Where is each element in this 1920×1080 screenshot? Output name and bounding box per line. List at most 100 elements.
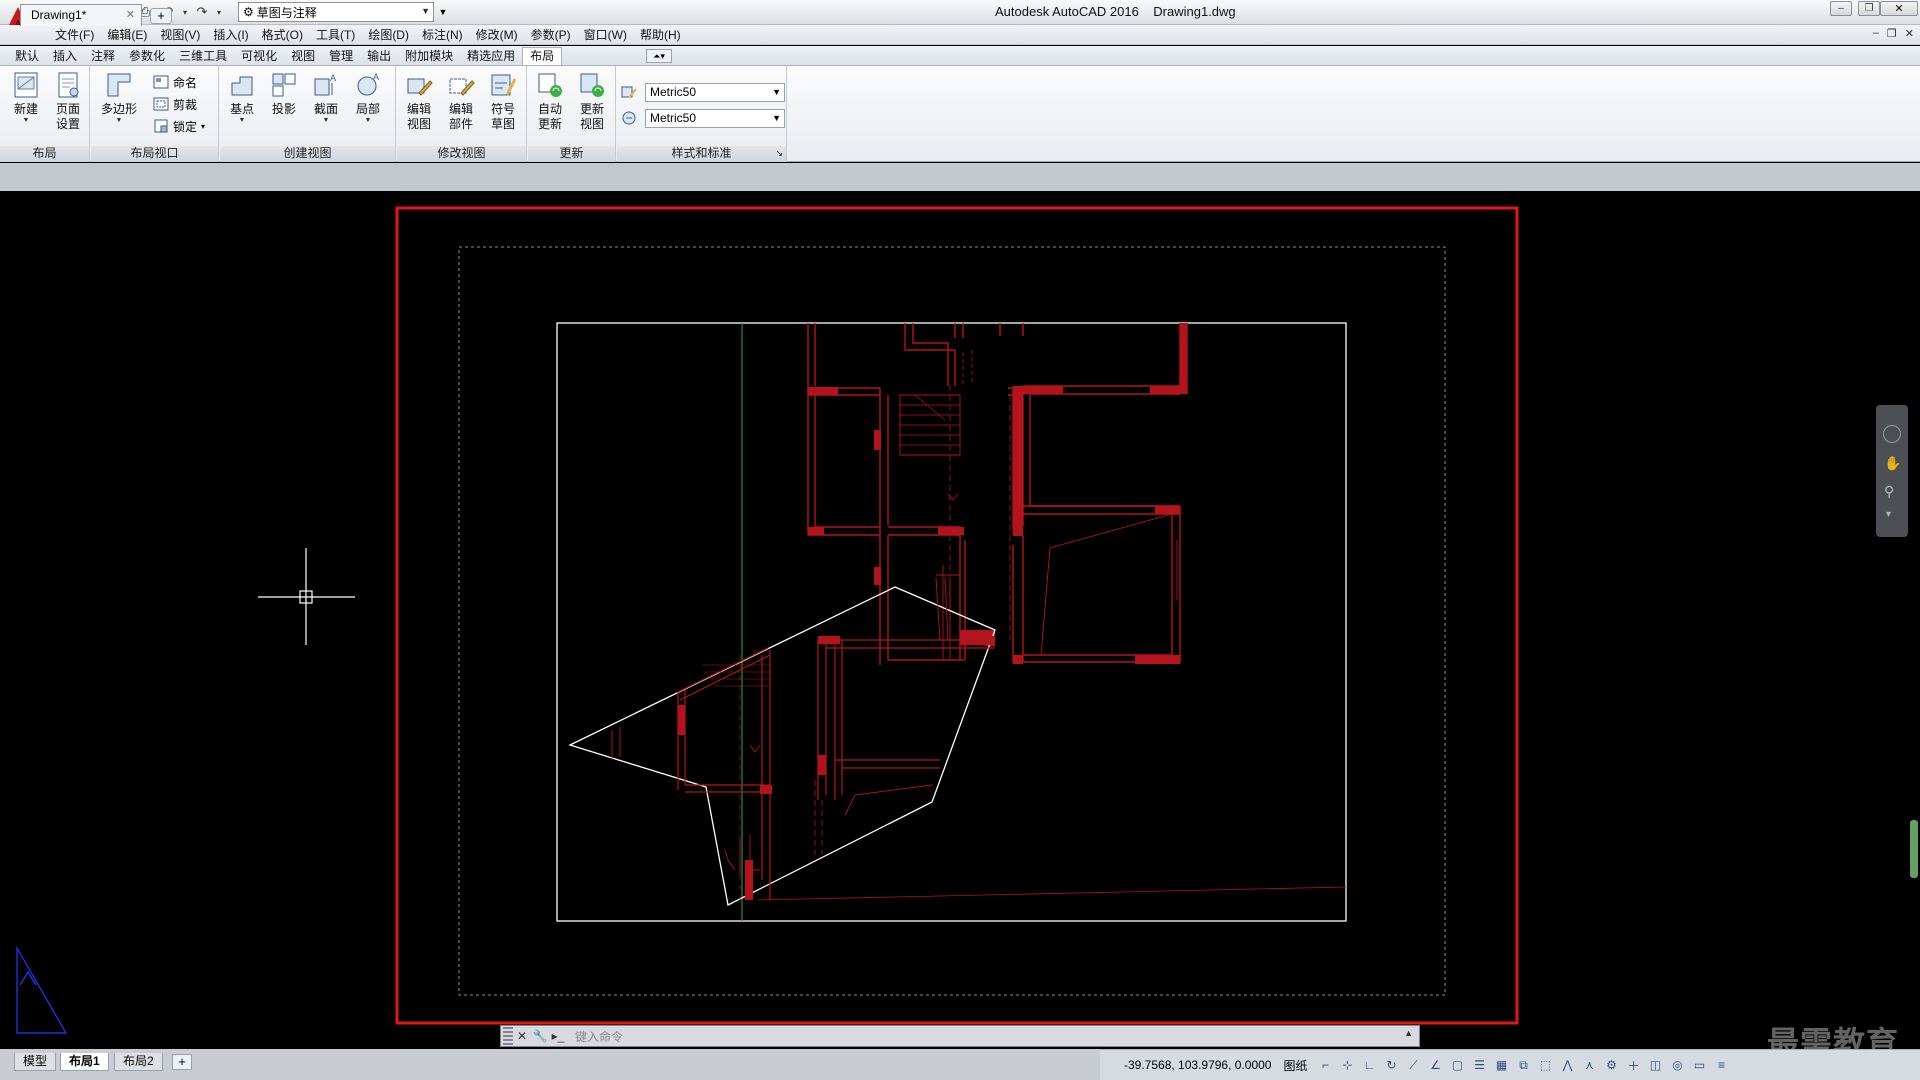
close-icon[interactable]: ✕ xyxy=(126,5,135,25)
polygon-viewport[interactable] xyxy=(568,586,996,906)
restore-icon[interactable]: ❐ xyxy=(1858,1,1880,16)
close-icon[interactable]: ✕ xyxy=(513,1029,531,1043)
edit-view-button[interactable]: 编辑 视图 xyxy=(399,70,439,132)
file-tab-drawing1[interactable]: Drawing1* ✕ xyxy=(20,4,142,26)
menu-item-4[interactable]: 格式(O) xyxy=(261,27,315,43)
menu-item-7[interactable]: 标注(N) xyxy=(421,27,475,43)
add-layout-plus-icon[interactable]: + xyxy=(172,1054,192,1070)
clean-screen-icon[interactable]: ▭ xyxy=(1691,1057,1707,1073)
section-style-icon[interactable] xyxy=(621,108,637,128)
tab-model[interactable]: 模型 xyxy=(14,1053,57,1071)
symbol-sketch-button[interactable]: 符号 草图 xyxy=(483,70,523,132)
zoom-icon[interactable]: ⚲ xyxy=(1884,483,1894,500)
new-tab-plus-icon[interactable]: + xyxy=(150,8,172,24)
section-style-select[interactable]: Metric50 ▼ xyxy=(645,109,785,128)
lineweight-icon[interactable]: ☰ xyxy=(1471,1057,1487,1073)
redo-icon[interactable]: ↷ xyxy=(193,3,211,21)
projected-view-button[interactable]: 投影 xyxy=(264,70,304,117)
settings-gear-icon[interactable]: ⚙ xyxy=(1603,1057,1619,1073)
menu-item-3[interactable]: 插入(I) xyxy=(212,27,260,43)
isodraft-icon[interactable]: ⟋ xyxy=(1405,1057,1421,1073)
close-window-icon[interactable]: ✕ xyxy=(1880,1,1918,16)
object-snap-tracking-icon[interactable]: ∠ xyxy=(1427,1057,1443,1073)
ribbon-tab-5[interactable]: 可视化 xyxy=(234,48,284,65)
paper-sheet-border[interactable] xyxy=(395,206,1519,1025)
object-snap-icon[interactable]: ▢ xyxy=(1449,1057,1465,1073)
scroll-indicator[interactable] xyxy=(1910,820,1918,878)
detail-view-button[interactable]: A 局部 ▼ xyxy=(348,70,388,125)
plus-icon[interactable]: ＋ xyxy=(1625,1057,1641,1073)
command-line[interactable]: ✕ 🔧 ▸_ 键入命令 ▲ xyxy=(500,1025,1420,1047)
menu-item-9[interactable]: 参数(P) xyxy=(530,27,583,43)
menu-item-2[interactable]: 视图(V) xyxy=(159,27,212,43)
menu-item-0[interactable]: 文件(F) xyxy=(54,27,106,43)
command-prompt-icon[interactable]: ▸_ xyxy=(549,1029,567,1043)
qat-customize-icon[interactable]: ▼ xyxy=(436,2,450,22)
clip-viewport-button[interactable]: 剪裁 xyxy=(153,94,197,114)
base-view-button[interactable]: 基点 ▼ xyxy=(222,70,262,125)
drafting-standard-icon[interactable] xyxy=(621,82,637,102)
ribbon-tab-4[interactable]: 三维工具 xyxy=(172,48,234,65)
ribbon-tab-6[interactable]: 视图 xyxy=(284,48,322,65)
ribbon-tab-7[interactable]: 管理 xyxy=(322,48,360,65)
ribbon-tab-10[interactable]: 精选应用 xyxy=(460,48,522,65)
doc-restore-icon[interactable]: ❐ xyxy=(1887,27,1897,40)
coordinate-readout[interactable]: -39.7568, 103.9796, 0.0000 xyxy=(1124,1058,1271,1072)
ribbon-tab-3[interactable]: 参数化 xyxy=(122,48,172,65)
snap-mode-icon[interactable]: ⌐ xyxy=(1317,1057,1333,1073)
transparency-icon[interactable]: ▦ xyxy=(1493,1057,1509,1073)
menu-item-10[interactable]: 窗口(W) xyxy=(583,27,639,43)
annotation-scale-icon[interactable]: ⋀ xyxy=(1559,1057,1575,1073)
section-view-button[interactable]: A 截面 ▼ xyxy=(306,70,346,125)
auto-update-button[interactable]: 自动 更新 xyxy=(530,70,570,132)
isolate-objects-icon[interactable]: ◫ xyxy=(1647,1057,1663,1073)
customize-menu-icon[interactable]: ≡ xyxy=(1713,1057,1729,1073)
doc-close-icon[interactable]: ✕ xyxy=(1905,27,1914,40)
3d-osnap-icon[interactable]: ⬚ xyxy=(1537,1057,1553,1073)
steering-wheel-icon[interactable] xyxy=(1883,425,1901,443)
menu-item-8[interactable]: 修改(M) xyxy=(475,27,530,43)
polygon-viewport-button[interactable]: 多边形 ▼ xyxy=(99,70,139,125)
ribbon-tab-2[interactable]: 注释 xyxy=(84,48,122,65)
panel-launcher-icon[interactable]: ↘ xyxy=(775,146,783,161)
new-layout-button[interactable]: 新建 ▼ xyxy=(6,70,46,125)
workspace-select[interactable]: ⚙ 草图与注释 ▼ xyxy=(238,2,434,22)
ribbon-minimize-icon[interactable]: ⏶▾ xyxy=(646,49,672,63)
doc-minimize-icon[interactable]: – xyxy=(1873,27,1879,40)
chevron-up-icon[interactable]: ▲ xyxy=(1404,1028,1413,1038)
page-setup-button[interactable]: 页面 设置 xyxy=(48,70,88,132)
drawing-canvas[interactable] xyxy=(0,191,1920,1049)
wrench-icon[interactable]: 🔧 xyxy=(531,1029,549,1043)
undo-dropdown-icon[interactable]: ▾ xyxy=(182,3,188,21)
tab-layout2[interactable]: 布局2 xyxy=(114,1053,163,1071)
lock-viewport-button[interactable]: 锁定 ▾ xyxy=(153,116,205,136)
view-style-select[interactable]: Metric50 ▼ xyxy=(645,83,785,102)
grid-dropdown-icon[interactable]: ⊹ xyxy=(1339,1057,1355,1073)
drag-handle[interactable] xyxy=(503,1027,513,1045)
update-view-button[interactable]: 更新 视图 xyxy=(572,70,612,132)
ribbon-tab-8[interactable]: 输出 xyxy=(360,48,398,65)
edit-components-button[interactable]: 编辑 部件 xyxy=(441,70,481,132)
orbit-dropdown-icon[interactable]: ▾ xyxy=(1886,509,1891,520)
selection-cycling-icon[interactable]: ⧉ xyxy=(1515,1057,1531,1073)
menu-item-11[interactable]: 帮助(H) xyxy=(639,27,693,43)
hardware-acceleration-icon[interactable]: ◎ xyxy=(1669,1057,1685,1073)
command-input[interactable]: 键入命令 xyxy=(575,1028,623,1045)
minimize-icon[interactable]: – xyxy=(1830,1,1852,16)
rect-viewport[interactable] xyxy=(556,322,1347,922)
ortho-icon[interactable]: ∟ xyxy=(1361,1057,1377,1073)
pan-hand-icon[interactable]: ✋ xyxy=(1884,455,1901,472)
ribbon-tab-1[interactable]: 插入 xyxy=(46,48,84,65)
ribbon-tab-0[interactable]: 默认 xyxy=(8,48,46,65)
polar-tracking-icon[interactable]: ↻ xyxy=(1383,1057,1399,1073)
tab-layout1[interactable]: 布局1 xyxy=(60,1053,109,1071)
redo-dropdown-icon[interactable]: ▾ xyxy=(216,3,222,21)
menu-item-6[interactable]: 绘图(D) xyxy=(367,27,421,43)
menu-item-5[interactable]: 工具(T) xyxy=(315,27,367,43)
named-viewport-button[interactable]: 命名 xyxy=(153,72,197,92)
menu-item-1[interactable]: 编辑(E) xyxy=(106,27,159,43)
ribbon-tab-9[interactable]: 附加模块 xyxy=(398,48,460,65)
annotation-visibility-icon[interactable]: ⋏ xyxy=(1581,1057,1597,1073)
ribbon-tab-11[interactable]: 布局 xyxy=(522,47,563,65)
paper-space-toggle[interactable]: 图纸 xyxy=(1283,1057,1307,1074)
